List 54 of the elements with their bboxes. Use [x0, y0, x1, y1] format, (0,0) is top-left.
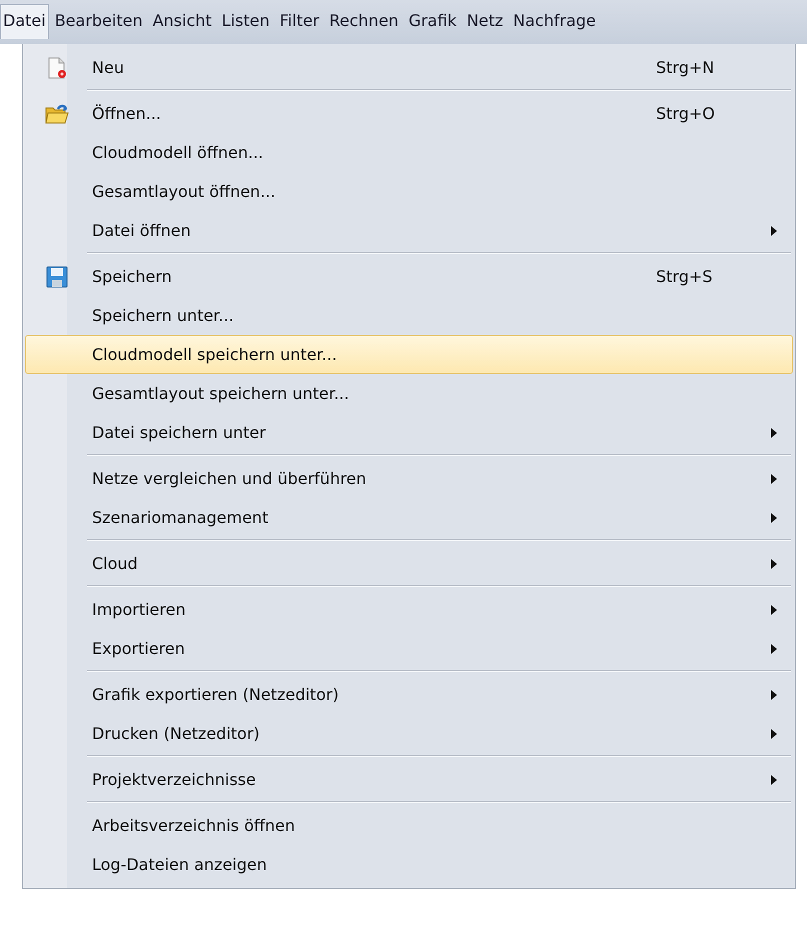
menu-item-label: Speichern unter...	[92, 306, 235, 325]
menu-title[interactable]: Listen	[218, 4, 274, 37]
menu-item-label: Neu	[92, 58, 125, 77]
menu-item[interactable]: Datei speichern unter	[25, 413, 793, 452]
menu-item[interactable]: Log-Dateien anzeigen	[25, 845, 793, 884]
shortcut-label: Strg+N	[656, 58, 716, 77]
menu-item[interactable]: Neu Strg+N	[25, 48, 793, 87]
menu-item[interactable]: Projektverzeichnisse	[25, 760, 793, 799]
menu-item[interactable]: Gesamtlayout öffnen...	[25, 172, 793, 211]
menu-item[interactable]: Cloudmodell öffnen...	[25, 133, 793, 172]
menu-title[interactable]: Datei	[0, 4, 49, 39]
menu-item[interactable]: Importieren	[25, 590, 793, 629]
menu-item[interactable]: Gesamtlayout speichern unter...	[25, 374, 793, 413]
menu-item-label: Log-Dateien anzeigen	[92, 855, 268, 874]
menu-item[interactable]: Drucken (Netzeditor)	[25, 714, 793, 753]
new-document-icon	[47, 56, 67, 78]
menu-item[interactable]: Cloud	[25, 544, 793, 583]
menu-title[interactable]: Filter	[276, 4, 324, 37]
menu-item-label: Cloudmodell speichern unter...	[92, 345, 338, 364]
menu-item[interactable]: Netze vergleichen und überführen	[25, 459, 793, 498]
menu-item[interactable]: Speichern unter...	[25, 296, 793, 335]
menu-item-label: Cloudmodell öffnen...	[92, 143, 264, 162]
menu-item-label: Öffnen...	[92, 104, 162, 123]
menu-item-label: Projektverzeichnisse	[92, 770, 257, 789]
menu-item[interactable]: Arbeitsverzeichnis öffnen	[25, 806, 793, 845]
menu-title[interactable]: Grafik	[404, 4, 461, 37]
menu-title[interactable]: Ansicht	[148, 4, 216, 37]
menu-item-label: Netze vergleichen und überführen	[92, 469, 368, 488]
menu-item[interactable]: Öffnen... Strg+O	[25, 94, 793, 133]
shortcut-label: Strg+O	[656, 104, 716, 123]
menu-item-label: Gesamtlayout speichern unter...	[92, 384, 350, 403]
menu-item-label: Cloud	[92, 554, 139, 573]
menu-item-label: Speichern	[92, 267, 173, 286]
menu-item-label: Datei öffnen	[92, 221, 192, 240]
menu-title[interactable]: Netz	[462, 4, 508, 37]
menu-item-label: Grafik exportieren (Netzeditor)	[92, 685, 340, 704]
menu-item[interactable]: Cloudmodell speichern unter...	[25, 335, 793, 374]
folder-icon	[45, 102, 69, 124]
menu-item[interactable]: Szenariomanagement	[25, 498, 793, 537]
menu-item-label: Datei speichern unter	[92, 423, 267, 442]
menu-item-label: Gesamtlayout öffnen...	[92, 182, 276, 201]
shortcut-label: Strg+S	[656, 267, 714, 286]
menu-item-label: Exportieren	[92, 639, 186, 658]
menu-title[interactable]: Rechnen	[325, 4, 403, 37]
menu-item-label: Arbeitsverzeichnis öffnen	[92, 816, 296, 835]
menu-item[interactable]: Grafik exportieren (Netzeditor)	[25, 675, 793, 714]
menu-item-label: Drucken (Netzeditor)	[92, 724, 261, 743]
menu-item[interactable]: Speichern Strg+S	[25, 257, 793, 296]
menu-item-label: Szenariomanagement	[92, 508, 270, 527]
menu-title[interactable]: Bearbeiten	[50, 4, 147, 37]
menu-item[interactable]: Datei öffnen	[25, 211, 793, 250]
menu-title[interactable]: Nachfrage	[509, 4, 600, 37]
menu-item-label: Importieren	[92, 600, 187, 619]
menu-item[interactable]: Exportieren	[25, 629, 793, 668]
